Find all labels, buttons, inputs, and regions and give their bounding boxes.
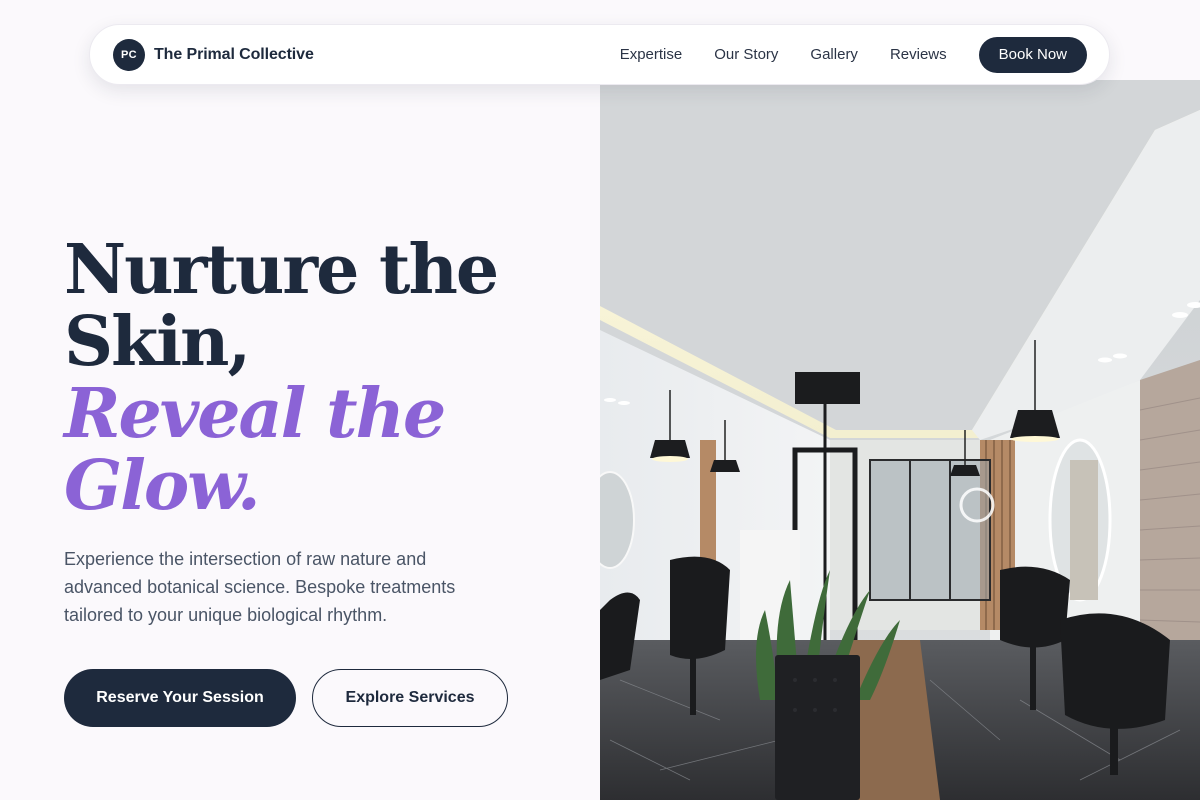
nav-link-expertise[interactable]: Expertise — [620, 46, 683, 63]
landing-page: PC The Primal Collective Expertise Our S… — [0, 0, 1200, 800]
hero-headline: Nurture the Skin, Reveal the Glow. — [64, 234, 584, 522]
brand-name: The Primal Collective — [154, 45, 314, 63]
explore-services-button[interactable]: Explore Services — [312, 669, 508, 727]
nav-link-reviews[interactable]: Reviews — [890, 46, 947, 63]
brand-logo[interactable]: PC The Primal Collective — [113, 38, 314, 71]
book-now-button[interactable]: Book Now — [978, 36, 1087, 73]
nav-link-gallery[interactable]: Gallery — [810, 46, 858, 63]
headline-line-1: Nurture the — [64, 230, 499, 310]
nav-links: Expertise Our Story Gallery Reviews Book… — [620, 36, 1087, 73]
reserve-session-button[interactable]: Reserve Your Session — [64, 669, 296, 727]
headline-accent-line-1: Reveal the — [64, 374, 446, 454]
headline-line-2: Skin, — [64, 302, 251, 382]
nav-link-our-story[interactable]: Our Story — [714, 46, 778, 63]
top-navbar: PC The Primal Collective Expertise Our S… — [89, 24, 1110, 85]
salon-interior-photo — [600, 80, 1200, 800]
hero-description: Experience the intersection of raw natur… — [64, 549, 456, 625]
brand-badge: PC — [113, 38, 145, 71]
headline-accent-line-2: Glow. — [64, 446, 261, 526]
